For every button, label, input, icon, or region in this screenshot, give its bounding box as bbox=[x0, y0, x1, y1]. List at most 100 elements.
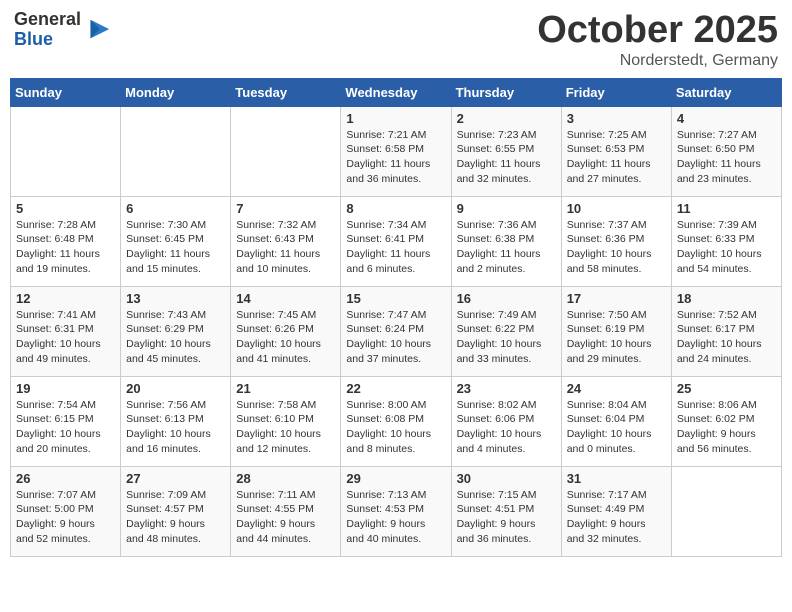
title-block: October 2025 Norderstedt, Germany bbox=[537, 10, 778, 70]
day-number: 27 bbox=[126, 471, 225, 486]
day-info: Sunrise: 7:13 AM Sunset: 4:53 PM Dayligh… bbox=[346, 488, 445, 547]
day-number: 3 bbox=[567, 111, 666, 126]
calendar-cell: 11Sunrise: 7:39 AM Sunset: 6:33 PM Dayli… bbox=[671, 196, 781, 286]
calendar-cell: 3Sunrise: 7:25 AM Sunset: 6:53 PM Daylig… bbox=[561, 106, 671, 196]
calendar-cell: 20 Sunrise: 7:56 AM Sunset: 6:13 PM Dayli… bbox=[121, 376, 231, 466]
calendar-week-5: 26Sunrise: 7:07 AM Sunset: 5:00 PM Dayli… bbox=[11, 466, 782, 556]
calendar-cell bbox=[121, 106, 231, 196]
header-friday: Friday bbox=[561, 78, 671, 106]
day-info: Sunrise: 7:45 AM Sunset: 6:26 PM Dayligh… bbox=[236, 308, 335, 367]
day-number: 31 bbox=[567, 471, 666, 486]
day-info: Sunrise: 7:49 AM Sunset: 6:22 PM Dayligh… bbox=[457, 308, 556, 367]
day-info: Sunrise: 7:54 AM Sunset: 6:15 PM Dayligh… bbox=[16, 398, 115, 457]
day-info: Sunrise: 7:09 AM Sunset: 4:57 PM Dayligh… bbox=[126, 488, 225, 547]
header-thursday: Thursday bbox=[451, 78, 561, 106]
day-number: 24 bbox=[567, 381, 666, 396]
day-number: 21 bbox=[236, 381, 335, 396]
calendar-week-4: 19 Sunrise: 7:54 AM Sunset: 6:15 PM Dayli… bbox=[11, 376, 782, 466]
calendar-cell: 9Sunrise: 7:36 AM Sunset: 6:38 PM Daylig… bbox=[451, 196, 561, 286]
day-info: Sunrise: 7:17 AM Sunset: 4:49 PM Dayligh… bbox=[567, 488, 666, 547]
day-info: Sunrise: 7:32 AM Sunset: 6:43 PM Dayligh… bbox=[236, 218, 335, 277]
day-info: Sunrise: 7:11 AM Sunset: 4:55 PM Dayligh… bbox=[236, 488, 335, 547]
day-number: 13 bbox=[126, 291, 225, 306]
day-number: 14 bbox=[236, 291, 335, 306]
calendar-cell: 10Sunrise: 7:37 AM Sunset: 6:36 PM Dayli… bbox=[561, 196, 671, 286]
calendar-cell: 22 Sunrise: 8:00 AM Sunset: 6:08 PM Dayli… bbox=[341, 376, 451, 466]
day-number: 20 bbox=[126, 381, 225, 396]
calendar-cell: 18Sunrise: 7:52 AM Sunset: 6:17 PM Dayli… bbox=[671, 286, 781, 376]
day-number: 17 bbox=[567, 291, 666, 306]
day-number: 11 bbox=[677, 201, 776, 216]
calendar-cell: 17Sunrise: 7:50 AM Sunset: 6:19 PM Dayli… bbox=[561, 286, 671, 376]
calendar-cell: 12Sunrise: 7:41 AM Sunset: 6:31 PM Dayli… bbox=[11, 286, 121, 376]
day-info: Sunrise: 7:27 AM Sunset: 6:50 PM Dayligh… bbox=[677, 128, 776, 187]
logo-blue: Blue bbox=[14, 30, 81, 50]
calendar-cell bbox=[11, 106, 121, 196]
calendar-cell: 19 Sunrise: 7:54 AM Sunset: 6:15 PM Dayli… bbox=[11, 376, 121, 466]
logo: General Blue bbox=[14, 10, 111, 50]
header-sunday: Sunday bbox=[11, 78, 121, 106]
day-info: Sunrise: 7:23 AM Sunset: 6:55 PM Dayligh… bbox=[457, 128, 556, 187]
day-number: 5 bbox=[16, 201, 115, 216]
calendar-cell: 15 Sunrise: 7:47 AM Sunset: 6:24 PM Dayli… bbox=[341, 286, 451, 376]
calendar-cell: 6 Sunrise: 7:30 AM Sunset: 6:45 PM Daylig… bbox=[121, 196, 231, 286]
calendar-cell bbox=[671, 466, 781, 556]
day-number: 26 bbox=[16, 471, 115, 486]
day-number: 7 bbox=[236, 201, 335, 216]
day-number: 2 bbox=[457, 111, 556, 126]
calendar-table: SundayMondayTuesdayWednesdayThursdayFrid… bbox=[10, 78, 782, 557]
day-number: 25 bbox=[677, 381, 776, 396]
calendar-week-1: 1 Sunrise: 7:21 AM Sunset: 6:58 PM Daylig… bbox=[11, 106, 782, 196]
day-number: 4 bbox=[677, 111, 776, 126]
calendar-week-3: 12Sunrise: 7:41 AM Sunset: 6:31 PM Dayli… bbox=[11, 286, 782, 376]
calendar-cell: 25 Sunrise: 8:06 AM Sunset: 6:02 PM Dayli… bbox=[671, 376, 781, 466]
calendar-cell: 31 Sunrise: 7:17 AM Sunset: 4:49 PM Dayli… bbox=[561, 466, 671, 556]
day-number: 9 bbox=[457, 201, 556, 216]
calendar-header-row: SundayMondayTuesdayWednesdayThursdayFrid… bbox=[11, 78, 782, 106]
calendar-cell: 16 Sunrise: 7:49 AM Sunset: 6:22 PM Dayli… bbox=[451, 286, 561, 376]
calendar-cell: 29 Sunrise: 7:13 AM Sunset: 4:53 PM Dayli… bbox=[341, 466, 451, 556]
calendar-cell: 7 Sunrise: 7:32 AM Sunset: 6:43 PM Daylig… bbox=[231, 196, 341, 286]
day-number: 6 bbox=[126, 201, 225, 216]
day-info: Sunrise: 7:21 AM Sunset: 6:58 PM Dayligh… bbox=[346, 128, 445, 187]
day-info: Sunrise: 7:15 AM Sunset: 4:51 PM Dayligh… bbox=[457, 488, 556, 547]
day-info: Sunrise: 7:43 AM Sunset: 6:29 PM Dayligh… bbox=[126, 308, 225, 367]
day-number: 23 bbox=[457, 381, 556, 396]
day-number: 30 bbox=[457, 471, 556, 486]
calendar-week-2: 5 Sunrise: 7:28 AM Sunset: 6:48 PM Daylig… bbox=[11, 196, 782, 286]
calendar-cell: 21 Sunrise: 7:58 AM Sunset: 6:10 PM Dayli… bbox=[231, 376, 341, 466]
day-info: Sunrise: 7:30 AM Sunset: 6:45 PM Dayligh… bbox=[126, 218, 225, 277]
day-number: 12 bbox=[16, 291, 115, 306]
calendar-cell: 2 Sunrise: 7:23 AM Sunset: 6:55 PM Daylig… bbox=[451, 106, 561, 196]
header-saturday: Saturday bbox=[671, 78, 781, 106]
calendar-cell: 28 Sunrise: 7:11 AM Sunset: 4:55 PM Dayli… bbox=[231, 466, 341, 556]
calendar-cell: 23 Sunrise: 8:02 AM Sunset: 6:06 PM Dayli… bbox=[451, 376, 561, 466]
day-info: Sunrise: 7:47 AM Sunset: 6:24 PM Dayligh… bbox=[346, 308, 445, 367]
day-info: Sunrise: 8:06 AM Sunset: 6:02 PM Dayligh… bbox=[677, 398, 776, 457]
day-info: Sunrise: 7:52 AM Sunset: 6:17 PM Dayligh… bbox=[677, 308, 776, 367]
day-number: 10 bbox=[567, 201, 666, 216]
day-number: 29 bbox=[346, 471, 445, 486]
day-number: 1 bbox=[346, 111, 445, 126]
day-info: Sunrise: 8:00 AM Sunset: 6:08 PM Dayligh… bbox=[346, 398, 445, 457]
day-number: 22 bbox=[346, 381, 445, 396]
calendar-cell: 24 Sunrise: 8:04 AM Sunset: 6:04 PM Dayli… bbox=[561, 376, 671, 466]
day-info: Sunrise: 7:28 AM Sunset: 6:48 PM Dayligh… bbox=[16, 218, 115, 277]
day-number: 15 bbox=[346, 291, 445, 306]
location: Norderstedt, Germany bbox=[537, 52, 778, 70]
logo-icon bbox=[83, 16, 111, 44]
day-info: Sunrise: 7:58 AM Sunset: 6:10 PM Dayligh… bbox=[236, 398, 335, 457]
day-info: Sunrise: 8:04 AM Sunset: 6:04 PM Dayligh… bbox=[567, 398, 666, 457]
day-number: 16 bbox=[457, 291, 556, 306]
calendar-cell bbox=[231, 106, 341, 196]
day-info: Sunrise: 8:02 AM Sunset: 6:06 PM Dayligh… bbox=[457, 398, 556, 457]
day-info: Sunrise: 7:56 AM Sunset: 6:13 PM Dayligh… bbox=[126, 398, 225, 457]
day-number: 19 bbox=[16, 381, 115, 396]
logo-general: General bbox=[14, 10, 81, 30]
calendar-cell: 1 Sunrise: 7:21 AM Sunset: 6:58 PM Daylig… bbox=[341, 106, 451, 196]
header-tuesday: Tuesday bbox=[231, 78, 341, 106]
day-info: Sunrise: 7:34 AM Sunset: 6:41 PM Dayligh… bbox=[346, 218, 445, 277]
day-number: 28 bbox=[236, 471, 335, 486]
day-number: 8 bbox=[346, 201, 445, 216]
calendar-cell: 26Sunrise: 7:07 AM Sunset: 5:00 PM Dayli… bbox=[11, 466, 121, 556]
